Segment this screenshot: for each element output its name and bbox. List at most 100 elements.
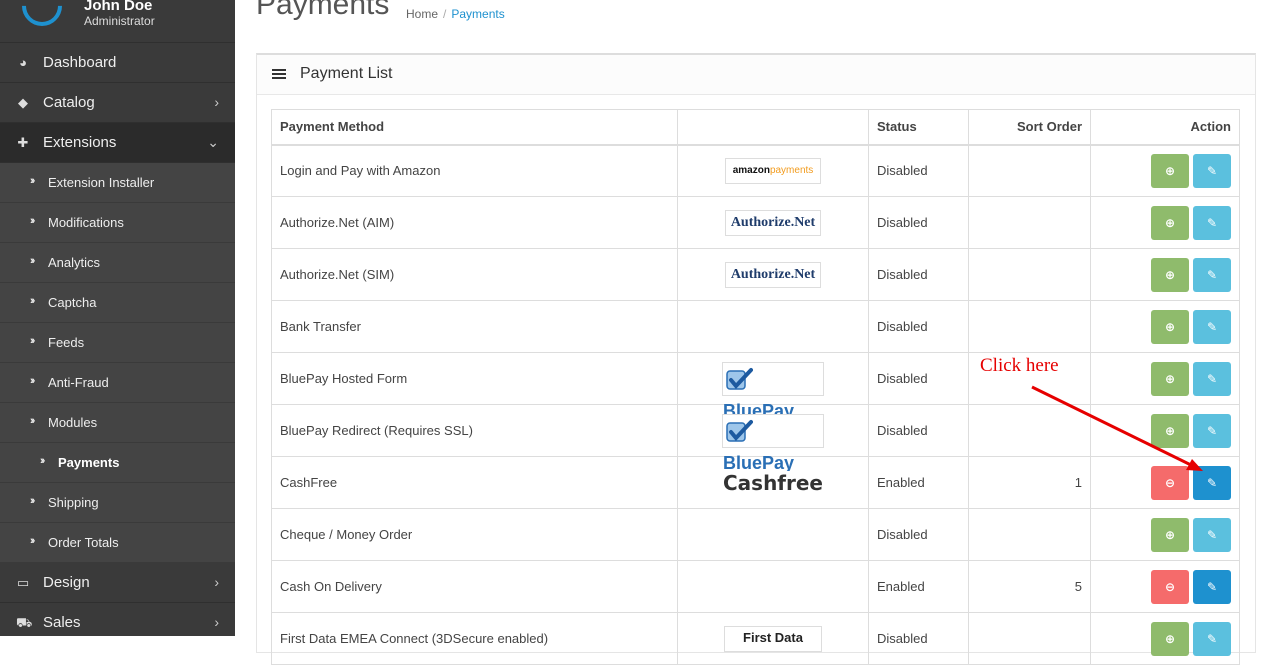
payment-status: Disabled <box>868 508 969 561</box>
payment-actions: ⊕ ✎ <box>1090 300 1240 353</box>
user-profile[interactable]: John Doe Administrator <box>0 0 235 43</box>
panel-heading: Payment List <box>257 55 1255 95</box>
payment-actions: ⊕ ✎ <box>1090 248 1240 301</box>
double-chevron-icon: ›› <box>40 455 46 467</box>
payment-sort-order <box>968 144 1091 197</box>
nav-sales[interactable]: ⛟ Sales › <box>0 603 235 636</box>
amazon-logo-text: amazon <box>732 164 770 176</box>
edit-button[interactable]: ✎ <box>1193 309 1231 344</box>
edit-button[interactable]: ✎ <box>1193 569 1231 604</box>
payment-actions: ⊕ ✎ <box>1090 404 1240 457</box>
plus-circle-icon: ⊕ <box>1164 371 1176 386</box>
payment-method-name: Cash On Delivery <box>271 560 678 613</box>
breadcrumb-home[interactable]: Home <box>406 7 438 21</box>
nav-sub-label: Feeds <box>48 335 85 350</box>
first-data-logo: First Data <box>724 625 822 652</box>
header-payment-method: Payment Method <box>271 109 678 146</box>
nav-sub-label: Analytics <box>48 255 101 270</box>
install-button[interactable]: ⊕ <box>1151 517 1189 552</box>
double-chevron-icon: ›› <box>30 415 36 427</box>
payment-status: Disabled <box>868 196 969 249</box>
edit-button[interactable]: ✎ <box>1193 621 1231 656</box>
double-chevron-icon: ›› <box>30 495 36 507</box>
uninstall-button[interactable]: ⊖ <box>1151 465 1189 500</box>
nav-extensions[interactable]: ✚ Extensions ⌄ <box>0 123 235 163</box>
nav-sub-feeds[interactable]: ›› Feeds <box>0 323 235 363</box>
table-row: Authorize.Net (SIM) Authorize.Net Disabled… <box>271 248 1240 301</box>
payment-method-name: Cheque / Money Order <box>271 508 678 561</box>
payment-sort-order: 1 <box>968 456 1091 509</box>
payment-method-name: Authorize.Net (AIM) <box>271 196 678 249</box>
bluepay-logo: BluePay <box>722 413 824 473</box>
edit-button[interactable]: ✎ <box>1193 465 1231 500</box>
pencil-icon: ✎ <box>1206 371 1218 386</box>
nav-dashboard-label: Dashboard <box>43 54 117 71</box>
edit-button[interactable]: ✎ <box>1193 413 1231 448</box>
nav-sub-extension-installer[interactable]: ›› Extension Installer <box>0 163 235 203</box>
table-row: First Data EMEA Connect (3DSecure enable… <box>271 612 1240 665</box>
double-chevron-icon: ›› <box>30 255 36 267</box>
chevron-right-icon: › <box>214 94 219 110</box>
payment-sort-order <box>968 300 1091 353</box>
breadcrumb-current[interactable]: Payments <box>451 7 504 21</box>
payment-actions: ⊖ ✎ <box>1090 456 1240 509</box>
profile-name: John Doe <box>84 0 153 14</box>
install-button[interactable]: ⊕ <box>1151 257 1189 292</box>
nav-sub-analytics[interactable]: ›› Analytics <box>0 243 235 283</box>
pencil-icon: ✎ <box>1206 267 1218 282</box>
payment-logo-cell: amazonpayments <box>677 144 869 197</box>
install-button[interactable]: ⊕ <box>1151 153 1189 188</box>
payment-logo-cell <box>677 300 869 353</box>
nav-design[interactable]: ▭ Design › <box>0 563 235 603</box>
minus-circle-icon: ⊖ <box>1164 475 1176 490</box>
payment-logo-cell: BluePay <box>677 352 869 421</box>
profile-role: Administrator <box>84 14 155 28</box>
payment-actions: ⊕ ✎ <box>1090 612 1240 665</box>
install-button[interactable]: ⊕ <box>1151 621 1189 656</box>
double-chevron-icon: ›› <box>30 295 36 307</box>
nav-sub-modifications[interactable]: ›› Modifications <box>0 203 235 243</box>
nav-sub-order-totals[interactable]: ›› Order Totals <box>0 523 235 563</box>
nav-dashboard[interactable]: ◕ Dashboard <box>0 43 235 83</box>
payment-actions: ⊖ ✎ <box>1090 560 1240 613</box>
edit-button[interactable]: ✎ <box>1193 257 1231 292</box>
edit-button[interactable]: ✎ <box>1193 205 1231 240</box>
nav-sub-label: Extension Installer <box>48 175 155 190</box>
dashboard-icon: ◕ <box>19 55 27 70</box>
edit-button[interactable]: ✎ <box>1193 517 1231 552</box>
pencil-icon: ✎ <box>1206 631 1218 646</box>
plus-circle-icon: ⊕ <box>1164 267 1176 282</box>
payment-method-name: BluePay Hosted Form <box>271 352 678 405</box>
nav-sub-modules[interactable]: ›› Modules <box>0 403 235 443</box>
plus-circle-icon: ⊕ <box>1164 163 1176 178</box>
payment-status: Disabled <box>868 612 969 665</box>
nav-sub-captcha[interactable]: ›› Captcha <box>0 283 235 323</box>
nav-sub-payments[interactable]: ›› Payments <box>0 443 235 483</box>
edit-button[interactable]: ✎ <box>1193 361 1231 396</box>
nav-sub-shipping[interactable]: ›› Shipping <box>0 483 235 523</box>
edit-button[interactable]: ✎ <box>1193 153 1231 188</box>
nav-sub-anti-fraud[interactable]: ›› Anti-Fraud <box>0 363 235 403</box>
uninstall-button[interactable]: ⊖ <box>1151 569 1189 604</box>
table-row: Bank Transfer Disabled ⊕ ✎ <box>271 300 1240 353</box>
panel-title: Payment List <box>300 65 393 82</box>
payment-actions: ⊕ ✎ <box>1090 508 1240 561</box>
pencil-icon: ✎ <box>1206 423 1218 438</box>
nav-sub-label: Shipping <box>48 495 99 510</box>
tags-icon: ◆ <box>18 95 28 110</box>
nav-sub-label: Captcha <box>48 295 97 310</box>
payment-status: Disabled <box>868 404 969 457</box>
payment-method-name: Authorize.Net (SIM) <box>271 248 678 301</box>
plus-circle-icon: ⊕ <box>1164 215 1176 230</box>
install-button[interactable]: ⊕ <box>1151 361 1189 396</box>
chevron-down-icon: ⌄ <box>207 134 219 150</box>
pencil-icon: ✎ <box>1206 475 1218 490</box>
double-chevron-icon: ›› <box>30 375 36 387</box>
payment-sort-order <box>968 612 1091 665</box>
authorize-net-logo: Authorize.Net <box>725 209 821 236</box>
install-button[interactable]: ⊕ <box>1151 205 1189 240</box>
payment-status: Enabled <box>868 456 969 509</box>
install-button[interactable]: ⊕ <box>1151 413 1189 448</box>
nav-catalog[interactable]: ◆ Catalog › <box>0 83 235 123</box>
install-button[interactable]: ⊕ <box>1151 309 1189 344</box>
